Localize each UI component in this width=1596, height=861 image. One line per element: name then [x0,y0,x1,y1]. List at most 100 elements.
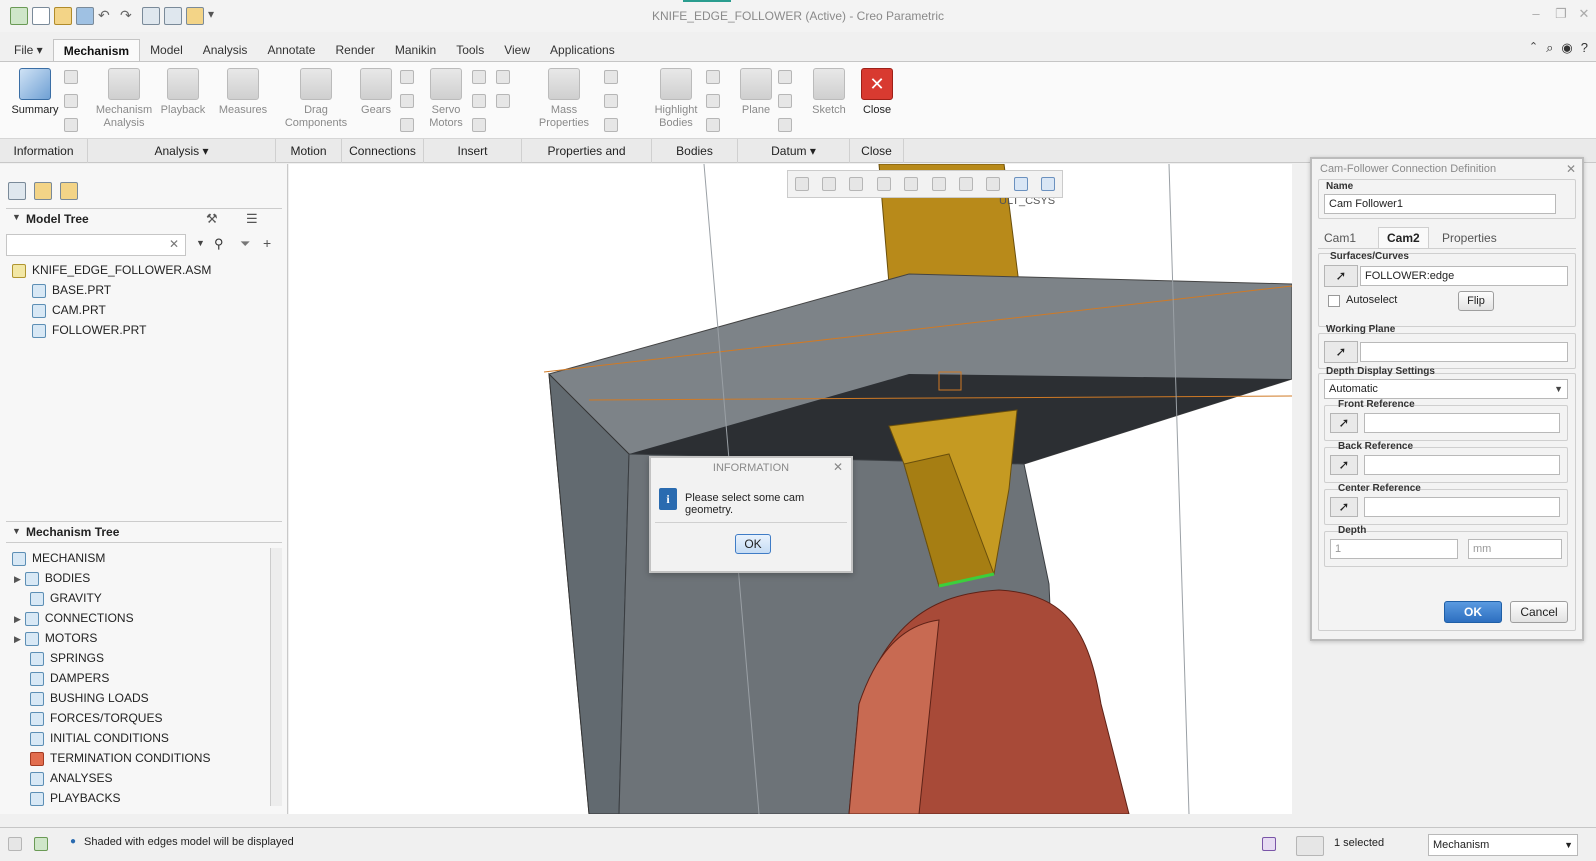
surfaces-field[interactable]: FOLLOWER:edge [1360,266,1568,286]
csys-icon[interactable] [778,118,792,132]
mechanism-analysis-button[interactable]: Mechanism Analysis [92,68,156,130]
filter-icon[interactable]: ⏷ [240,236,250,252]
mech-item-mechanism[interactable]: MECHANISM [12,548,105,568]
mech-item-bushing[interactable]: BUSHING LOADS [30,688,149,708]
tab-render[interactable]: Render [325,39,384,62]
tab-file[interactable]: File ▾ [4,39,53,62]
mech-item-analyses[interactable]: ANALYSES [30,768,112,788]
folder-browser-icon[interactable] [34,182,52,200]
force-torque-icon[interactable] [496,70,510,84]
group-datum[interactable]: Datum ▾ [738,139,850,163]
display-style-icon[interactable] [904,177,919,191]
mech-item-connections[interactable]: ▶ CONNECTIONS [14,608,134,628]
mech-item-gravity[interactable]: GRAVITY [30,588,102,608]
geometry-filter-icon[interactable] [1262,837,1276,851]
mech-item-forces[interactable]: FORCES/TORQUES [30,708,162,728]
damper-icon[interactable] [472,118,486,132]
cam-connection-icon[interactable] [400,70,414,84]
body-definition-icon[interactable] [706,70,720,84]
view-manager-icon[interactable] [959,177,974,191]
collapse-icon[interactable]: ▼ [12,212,21,222]
working-plane-field[interactable] [1360,342,1568,362]
working-plane-select-button[interactable]: ➚ [1324,341,1358,363]
mass-props-small-icon[interactable] [64,70,78,84]
front-ref-field[interactable] [1364,413,1560,433]
name-field[interactable]: Cam Follower1 [1324,194,1556,214]
model-tree-tab-icon[interactable] [8,182,26,200]
navigator-toggle-icon[interactable] [8,837,22,851]
reconnect-icon[interactable] [706,94,720,108]
tab-cam2[interactable]: Cam2 [1378,227,1429,248]
detailed-info-icon[interactable] [64,94,78,108]
gravity-icon[interactable] [604,70,618,84]
find-selected-icon[interactable] [1296,836,1324,856]
tree-item-asm[interactable]: KNIFE_EDGE_FOLLOWER.ASM [12,260,211,280]
tree-settings-icon[interactable]: ⚒ [206,211,218,227]
info-close-icon[interactable]: ✕ [833,460,843,474]
repaint-icon[interactable] [876,177,891,191]
mass-properties-button[interactable]: Mass Properties [536,68,592,130]
back-ref-select-button[interactable]: ➚ [1330,455,1358,475]
tab-model[interactable]: Model [140,39,193,62]
center-ref-field[interactable] [1364,497,1560,517]
datum-display-icon[interactable] [1013,177,1028,191]
group-analysis[interactable]: Analysis ▾ [88,139,276,163]
browser-toggle-icon[interactable] [34,837,48,851]
drag-components-button[interactable]: Drag Components [284,68,348,130]
bushing-icon[interactable] [496,94,510,108]
tree-item-base[interactable]: BASE.PRT [32,280,111,300]
tab-properties[interactable]: Properties [1442,231,1497,245]
collapse-icon[interactable]: ▼ [12,526,21,536]
spring-icon[interactable] [472,94,486,108]
mech-item-playbacks[interactable]: PLAYBACKS [30,788,120,808]
mech-item-bodies[interactable]: ▶ BODIES [14,568,90,588]
flip-button[interactable]: Flip [1458,291,1494,311]
minimize-icon[interactable]: – [1525,6,1547,24]
mechanism-tree-scrollbar[interactable] [270,548,282,806]
highlight-bodies-button[interactable]: Highlight Bodies [648,68,704,130]
gears-button[interactable]: Gears [356,68,396,117]
info-ok-button[interactable]: OK [735,534,771,554]
clear-search-icon[interactable]: ✕ [169,237,179,251]
community-icon[interactable]: ◉ [1561,40,1572,56]
initial-condition-icon[interactable] [604,94,618,108]
tab-analysis[interactable]: Analysis [193,39,258,62]
playback-button[interactable]: Playback [158,68,208,117]
mech-item-termination[interactable]: TERMINATION CONDITIONS [30,748,210,768]
tree-item-follower[interactable]: FOLLOWER.PRT [32,320,146,340]
mech-item-dampers[interactable]: DAMPERS [30,668,109,688]
termination-condition-icon[interactable] [604,118,618,132]
mech-item-springs[interactable]: SPRINGS [30,648,104,668]
search-icon[interactable]: ⌕ [1546,40,1553,56]
back-ref-field[interactable] [1364,455,1560,475]
force-motor-icon[interactable] [472,70,486,84]
saved-orientations-icon[interactable] [931,177,946,191]
tab-applications[interactable]: Applications [540,39,625,62]
add-icon[interactable]: + [263,235,271,251]
find-icon[interactable]: ⚲ [214,236,224,252]
search-dropdown-icon[interactable]: ▼ [196,238,205,248]
model-tree-search-input[interactable]: ✕ [6,234,186,256]
slot-connection-icon[interactable] [400,94,414,108]
show-icon[interactable]: ☰ [246,211,258,227]
depth-field[interactable]: 1 [1330,539,1458,559]
tab-cam1[interactable]: Cam1 [1324,231,1356,245]
axis-icon[interactable] [778,70,792,84]
list-icon[interactable] [64,118,78,132]
front-ref-select-button[interactable]: ➚ [1330,413,1358,433]
tab-mechanism[interactable]: Mechanism [52,39,141,62]
depth-mode-select[interactable]: Automatic ▼ [1324,379,1568,399]
perspective-icon[interactable] [986,177,1001,191]
center-ref-select-button[interactable]: ➚ [1330,497,1358,517]
zoom-in-icon[interactable] [822,177,837,191]
tab-annotate[interactable]: Annotate [257,39,325,62]
mech-item-motors[interactable]: ▶ MOTORS [14,628,97,648]
ok-button[interactable]: OK [1444,601,1502,623]
refit-icon[interactable] [794,177,809,191]
autoselect-checkbox[interactable] [1328,295,1340,307]
cancel-button[interactable]: Cancel [1510,601,1568,623]
tab-manikin[interactable]: Manikin [385,39,446,62]
servo-motors-button[interactable]: Servo Motors [424,68,468,130]
tree-item-cam[interactable]: CAM.PRT [32,300,106,320]
depth-unit-field[interactable]: mm [1468,539,1562,559]
